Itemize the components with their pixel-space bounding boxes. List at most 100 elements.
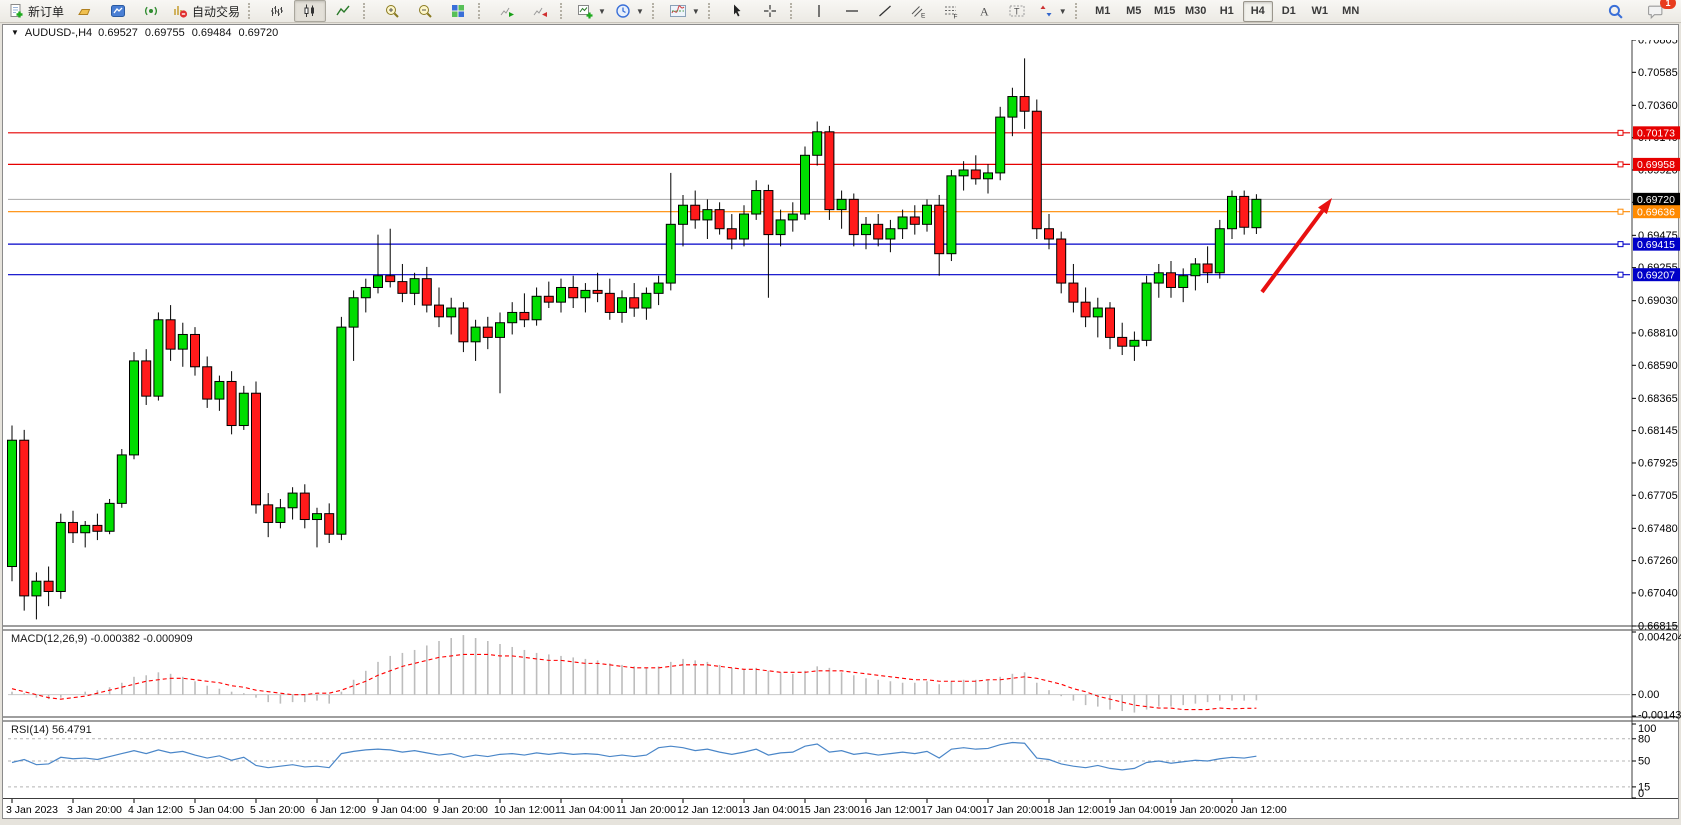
toolbar-grip[interactable]	[248, 3, 257, 19]
signals-button[interactable]	[135, 0, 167, 22]
tf-d1-button[interactable]: D1	[1274, 1, 1304, 22]
low-value: 0.69484	[192, 27, 232, 39]
chevron-down-icon: ▼	[1059, 7, 1067, 16]
close-value: 0.69720	[238, 27, 278, 39]
new-order-button[interactable]: 新订单	[4, 0, 68, 22]
auto-scroll-button[interactable]	[491, 0, 523, 22]
vertical-line-button[interactable]	[803, 0, 835, 22]
terminal-button[interactable]	[102, 0, 134, 22]
svg-text:0.70585: 0.70585	[1638, 67, 1678, 79]
tf-mn-button[interactable]: MN	[1336, 1, 1366, 22]
toolbar-grip[interactable]	[560, 3, 569, 19]
scroll-group	[491, 0, 556, 22]
toolbar-grip[interactable]	[790, 3, 799, 19]
svg-text:0.70173: 0.70173	[1637, 128, 1675, 140]
bar-chart-icon	[269, 3, 285, 19]
search-button[interactable]	[1599, 0, 1631, 22]
svg-text:3 Jan 20:00: 3 Jan 20:00	[67, 804, 122, 816]
chart-type-group	[261, 0, 359, 22]
fibonacci-button[interactable]: F	[935, 0, 967, 22]
crosshair-icon	[762, 3, 778, 19]
new-chart-button[interactable]: ▼	[573, 0, 610, 22]
svg-text:18 Jan 12:00: 18 Jan 12:00	[1043, 804, 1104, 816]
arrows-button[interactable]: ▼	[1034, 0, 1071, 22]
bar-chart-button[interactable]	[261, 0, 293, 22]
tf-label: H4	[1251, 5, 1265, 17]
indicators-group: ▼	[665, 0, 704, 22]
tf-m15-button[interactable]: M15	[1150, 1, 1180, 22]
svg-text:0.69636: 0.69636	[1637, 206, 1675, 218]
svg-text:9 Jan 20:00: 9 Jan 20:00	[433, 804, 488, 816]
signal-icon	[143, 3, 159, 19]
candles	[8, 58, 1261, 619]
zoom-group	[376, 0, 474, 22]
profiles-button[interactable]: ▼	[611, 0, 648, 22]
new-chart-icon	[577, 3, 593, 19]
svg-text:4 Jan 12:00: 4 Jan 12:00	[128, 804, 183, 816]
fibonacci-icon: F	[943, 3, 959, 19]
zoom-out-button[interactable]	[409, 0, 441, 22]
tf-m30-button[interactable]: M30	[1181, 1, 1211, 22]
toolbar-grip[interactable]	[652, 3, 661, 19]
tf-m5-button[interactable]: M5	[1119, 1, 1149, 22]
tf-h4-button[interactable]: H4	[1243, 1, 1273, 22]
tf-label: MN	[1342, 5, 1359, 17]
collapse-triangle-icon[interactable]: ▼	[11, 28, 19, 37]
zoom-in-button[interactable]	[376, 0, 408, 22]
line-chart-button[interactable]	[327, 0, 359, 22]
candlestick-icon	[302, 3, 318, 19]
candlestick-chart-button[interactable]	[294, 0, 326, 22]
cursor-button[interactable]	[721, 0, 753, 22]
ohlc-readout: 0.69527 0.69755 0.69484 0.69720	[98, 27, 278, 39]
cursor-icon	[729, 3, 745, 19]
tf-h1-button[interactable]: H1	[1212, 1, 1242, 22]
market-watch-button[interactable]	[69, 0, 101, 22]
chat-button[interactable]: 1	[1639, 0, 1671, 22]
chevron-down-icon: ▼	[636, 7, 644, 16]
chart-shift-button[interactable]	[524, 0, 556, 22]
text-button[interactable]: A	[968, 0, 1000, 22]
svg-text:-0.001431: -0.001431	[1638, 710, 1681, 722]
open-value: 0.69527	[98, 27, 138, 39]
text-label-button[interactable]: T	[1001, 0, 1033, 22]
svg-text:50: 50	[1638, 756, 1650, 768]
crosshair-button[interactable]	[754, 0, 786, 22]
horizontal-line-button[interactable]	[836, 0, 868, 22]
svg-text:0.70805: 0.70805	[1638, 40, 1678, 47]
svg-text:20 Jan 12:00: 20 Jan 12:00	[1226, 804, 1287, 816]
svg-text:0.67040: 0.67040	[1638, 587, 1678, 599]
arrow-annotation	[1262, 211, 1322, 292]
tf-w1-button[interactable]: W1	[1305, 1, 1335, 22]
trade-group: 新订单 自动交易	[4, 0, 244, 22]
equidistant-channel-button[interactable]: E	[902, 0, 934, 22]
search-icon	[1607, 3, 1624, 20]
toolbar-grip[interactable]	[1075, 3, 1084, 19]
high-value: 0.69755	[145, 27, 185, 39]
svg-text:6 Jan 12:00: 6 Jan 12:00	[311, 804, 366, 816]
svg-text:80: 80	[1638, 733, 1650, 745]
svg-text:15 Jan 23:00: 15 Jan 23:00	[799, 804, 860, 816]
svg-text:0.69720: 0.69720	[1637, 194, 1675, 206]
new-order-icon	[8, 3, 24, 19]
indicators-button[interactable]: ▼	[665, 0, 704, 22]
tile-windows-button[interactable]	[442, 0, 474, 22]
cursor-group	[721, 0, 786, 22]
arrows-icon	[1038, 3, 1054, 19]
svg-text:T: T	[1014, 7, 1020, 17]
chart-canvas[interactable]: 0.708050.705850.703600.701400.699200.697…	[0, 40, 1681, 823]
tile-windows-icon	[450, 3, 466, 19]
svg-text:16 Jan 12:00: 16 Jan 12:00	[860, 804, 921, 816]
svg-text:0.69958: 0.69958	[1637, 159, 1675, 171]
tf-label: M15	[1154, 5, 1175, 17]
auto-scroll-icon	[499, 3, 515, 19]
tf-m1-button[interactable]: M1	[1088, 1, 1118, 22]
auto-trading-button[interactable]: 自动交易	[168, 0, 244, 22]
vertical-line-icon	[812, 3, 826, 19]
svg-text:0.68810: 0.68810	[1638, 328, 1678, 340]
toolbar-grip[interactable]	[478, 3, 487, 19]
trendline-button[interactable]	[869, 0, 901, 22]
svg-text:E: E	[921, 13, 926, 20]
svg-text:12 Jan 12:00: 12 Jan 12:00	[677, 804, 738, 816]
toolbar-grip[interactable]	[363, 3, 372, 19]
toolbar-grip[interactable]	[708, 3, 717, 19]
